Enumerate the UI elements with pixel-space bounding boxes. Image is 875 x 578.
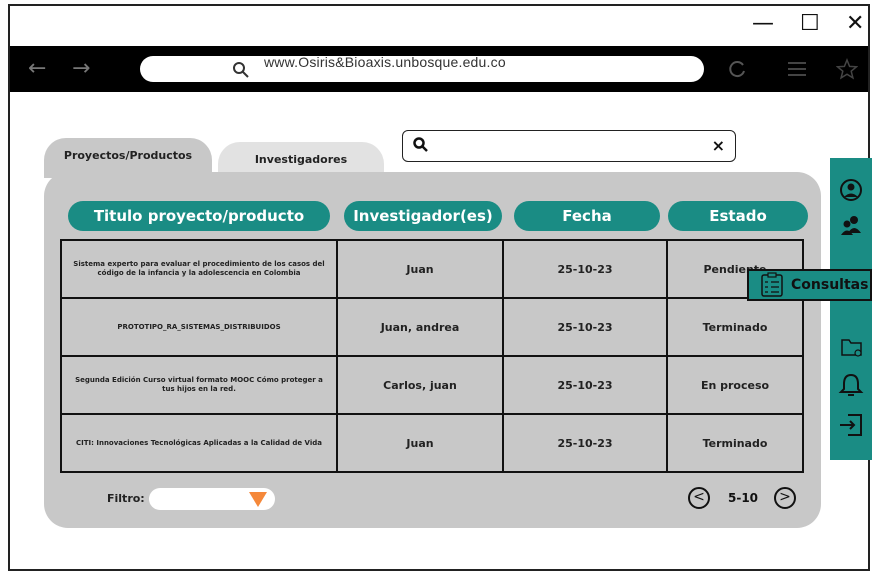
- next-page-button[interactable]: >: [774, 487, 796, 509]
- folder-icon[interactable]: [830, 336, 872, 358]
- cell-title: CITI: Innovaciones Tecnológicas Aplicada…: [60, 413, 338, 473]
- cell-investigators: Carlos, juan: [336, 355, 504, 415]
- cell-status: En proceso: [666, 355, 804, 415]
- cell-title: Sistema experto para evaluar el procedim…: [60, 239, 338, 299]
- column-header-status: Estado: [668, 201, 808, 231]
- table-row[interactable]: Segunda Edición Curso virtual formato MO…: [60, 355, 804, 415]
- url-text: www.Osiris&Bioaxis.unbosque.edu.co: [264, 54, 506, 70]
- cell-title: PROTOTIPO_RA_SISTEMAS_DISTRIBUIDOS: [60, 297, 338, 357]
- maximize-button[interactable]: ☐: [800, 12, 820, 36]
- title-bar: — ☐ ✕: [10, 6, 868, 46]
- page-range: 5-10: [728, 491, 759, 505]
- minimize-button[interactable]: —: [752, 12, 774, 36]
- consultas-button[interactable]: Consultas: [747, 269, 872, 301]
- url-field[interactable]: www.Osiris&Bioaxis.unbosque.edu.co: [140, 54, 704, 82]
- forward-button[interactable]: →: [72, 56, 90, 81]
- back-button[interactable]: ←: [28, 56, 46, 81]
- reload-icon[interactable]: [728, 59, 748, 79]
- column-header-investigators: Investigador(es): [344, 201, 502, 231]
- prev-page-button[interactable]: <: [688, 487, 710, 509]
- cell-date: 25-10-23: [502, 239, 668, 299]
- user-profile-icon[interactable]: [830, 178, 872, 202]
- table-row[interactable]: CITI: Innovaciones Tecnológicas Aplicada…: [60, 413, 804, 473]
- star-icon[interactable]: [836, 58, 858, 80]
- address-bar-area: ← → www.Osiris&Bioaxis.unbosque.edu.co: [10, 46, 868, 92]
- search-icon: [413, 137, 428, 152]
- cell-investigators: Juan: [336, 239, 504, 299]
- table-row[interactable]: Sistema experto para evaluar el procedim…: [60, 239, 804, 299]
- users-group-icon[interactable]: [830, 214, 872, 236]
- browser-window: — ☐ ✕ ← → www.Osiris&Bioaxis.unbosque.ed…: [8, 4, 872, 571]
- column-header-date: Fecha: [514, 201, 660, 231]
- cell-status: Terminado: [666, 297, 804, 357]
- dropdown-arrow-icon[interactable]: [249, 492, 267, 507]
- clear-search-button[interactable]: ×: [712, 136, 725, 155]
- filter-dropdown[interactable]: [149, 488, 275, 510]
- checklist-icon: [761, 272, 783, 297]
- bell-icon[interactable]: [830, 372, 872, 398]
- page-content: Investigadores Proyectos/Productos × Tit…: [10, 92, 872, 569]
- cell-date: 25-10-23: [502, 355, 668, 415]
- column-header-title: Titulo proyecto/producto: [68, 201, 330, 231]
- cell-investigators: Juan: [336, 413, 504, 473]
- table-row[interactable]: PROTOTIPO_RA_SISTEMAS_DISTRIBUIDOS Juan,…: [60, 297, 804, 357]
- filter-label: Filtro:: [107, 492, 145, 505]
- search-input[interactable]: ×: [402, 130, 736, 162]
- search-icon: [233, 62, 249, 78]
- cell-date: 25-10-23: [502, 413, 668, 473]
- projects-table: Sistema experto para evaluar el procedim…: [60, 239, 804, 473]
- menu-icon[interactable]: [786, 59, 808, 79]
- logout-icon[interactable]: [830, 412, 872, 438]
- cell-title: Segunda Edición Curso virtual formato MO…: [60, 355, 338, 415]
- consultas-label: Consultas: [791, 277, 869, 293]
- cell-date: 25-10-23: [502, 297, 668, 357]
- close-button[interactable]: ✕: [846, 12, 864, 36]
- right-sidebar: [830, 158, 872, 460]
- cell-status: Terminado: [666, 413, 804, 473]
- cell-investigators: Juan, andrea: [336, 297, 504, 357]
